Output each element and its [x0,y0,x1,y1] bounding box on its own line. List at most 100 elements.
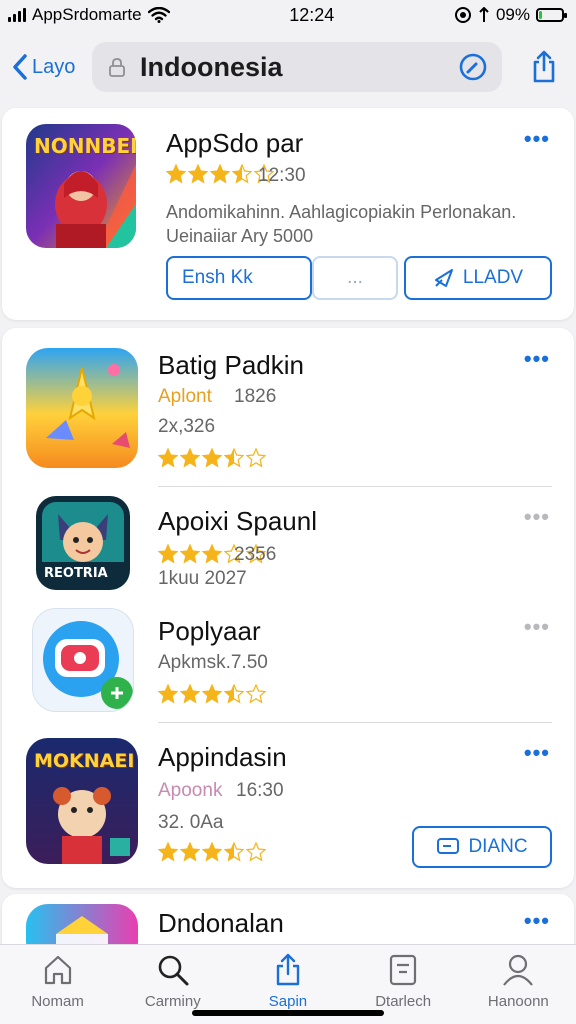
share-icon [533,50,555,83]
app-rating-stars [158,448,266,468]
arrow-icon [479,7,489,22]
nav-bar: Layo Indoonesia [0,36,576,98]
star-icon [224,684,244,704]
app-action-button[interactable]: DIANC [412,826,552,868]
app-icon-batig[interactable] [26,348,138,468]
tab-label: Carminy [144,993,201,1010]
address-field[interactable]: Indoonesia [92,42,502,92]
more-options-icon[interactable]: ••• [524,346,550,372]
back-label: Layo [32,55,76,78]
star-icon [158,684,178,704]
carrier-label: AppSrdomarte [32,5,142,24]
app-icon-appindasin[interactable]: MOKNAEI [26,738,138,864]
app-rating-stars [158,684,266,704]
star-icon [202,448,222,468]
more-options-icon[interactable]: ••• [524,126,550,152]
app-meta: 2356 [234,544,277,565]
lock-icon [109,58,125,77]
status-left: AppSrdomarte [8,5,170,25]
star-icon [158,448,178,468]
row-divider [158,722,552,723]
featured-middle-button-label: ... [347,267,363,288]
app-title: Appindasin [158,742,287,772]
star-icon [232,164,252,184]
battery-percent: 09% [495,5,530,24]
tab-label: Dtarlech [375,993,432,1010]
featured-description-line2: Ueinaiiar Ary 5000 [166,226,314,246]
app-icon-apoixi[interactable]: REOTRIA [36,496,130,590]
compass-icon[interactable] [458,52,488,82]
tab-profile[interactable]: Hanoonn [463,953,573,1024]
address-text: Indoonesia [140,51,283,82]
app-icon-text: MOKNAEI [34,750,135,772]
featured-description: Andomikahinn. Aahlagicopiakin Perlonakan… [166,202,517,222]
app-meta-accent: Apoonk [158,780,223,801]
battery-icon [535,8,567,22]
app-meta-secondary: 2x,326 [158,416,216,437]
app-title: Batig Padkin [158,350,304,380]
signal-icon [8,8,26,22]
app-title: Dndonalan [158,908,284,938]
star-icon [158,544,178,564]
chevron-left-icon [13,54,27,80]
star-icon [202,684,222,704]
app-meta-accent: Aplont [158,386,212,407]
tab-label: Hanoonn [487,993,549,1010]
star-icon [180,448,200,468]
app-rating-stars [158,842,266,862]
app-title: Poplyaar [158,616,261,646]
battery-level-fill [538,11,542,19]
status-right: 09% [454,5,567,25]
search-icon [158,955,189,986]
message-icon [437,838,460,854]
app-title: Apoixi Spaunl [158,506,317,536]
star-icon [210,164,230,184]
star-icon [246,684,266,704]
featured-middle-button[interactable]: ... [312,256,398,300]
more-options-icon[interactable]: ••• [524,908,550,934]
tab-label: Sapin [268,993,308,1010]
more-options-icon[interactable]: ••• [524,504,550,530]
star-icon [188,164,208,184]
star-icon [202,842,222,862]
star-icon [224,842,244,862]
app-icon-poplyaar[interactable] [32,608,134,712]
star-icon [246,448,266,468]
featured-rating-text: 12:30 [258,165,306,186]
home-indicator [192,1010,384,1016]
star-icon [158,842,178,862]
featured-get-button-label: LLADV [462,267,524,288]
clock: 12:24 [289,4,335,25]
star-icon [180,544,200,564]
send-icon [434,269,453,287]
more-options-icon[interactable]: ••• [524,614,550,640]
share-icon [276,953,300,986]
app-meta: 16:30 [236,780,284,801]
app-action-button-label: DIANC [468,836,528,857]
star-icon [246,842,266,862]
featured-get-button[interactable]: LLADV [404,256,552,300]
app-meta: Apkmsk.7.50 [158,652,268,673]
star-icon [180,842,200,862]
featured-left-button[interactable]: Ensh Kk [166,256,312,300]
star-icon [166,164,186,184]
back-button[interactable]: Layo [12,53,92,81]
row-divider [158,486,552,487]
document-icon [390,954,417,986]
wifi-icon [147,7,170,23]
tab-home[interactable]: Nomam [3,953,113,1024]
share-button[interactable] [524,50,564,84]
star-icon [180,684,200,704]
star-icon [224,448,244,468]
location-icon [454,7,471,23]
person-icon [503,954,534,986]
featured-app-card[interactable]: NONNBEI AppSdo par ••• 12:30 Andomikahin… [2,108,574,320]
more-options-icon[interactable]: ••• [524,740,550,766]
app-meta: 1826 [234,386,277,407]
featured-app-title: AppSdo par [166,128,304,158]
featured-app-icon[interactable]: NONNBEI [26,124,136,248]
app-meta-secondary: 1kuu 2027 [158,568,247,589]
app-meta-secondary: 32. 0Aa [158,812,224,833]
status-bar: AppSrdomarte 12:24 09% [0,0,576,30]
featured-icon-text: NONNBEI [34,134,136,158]
